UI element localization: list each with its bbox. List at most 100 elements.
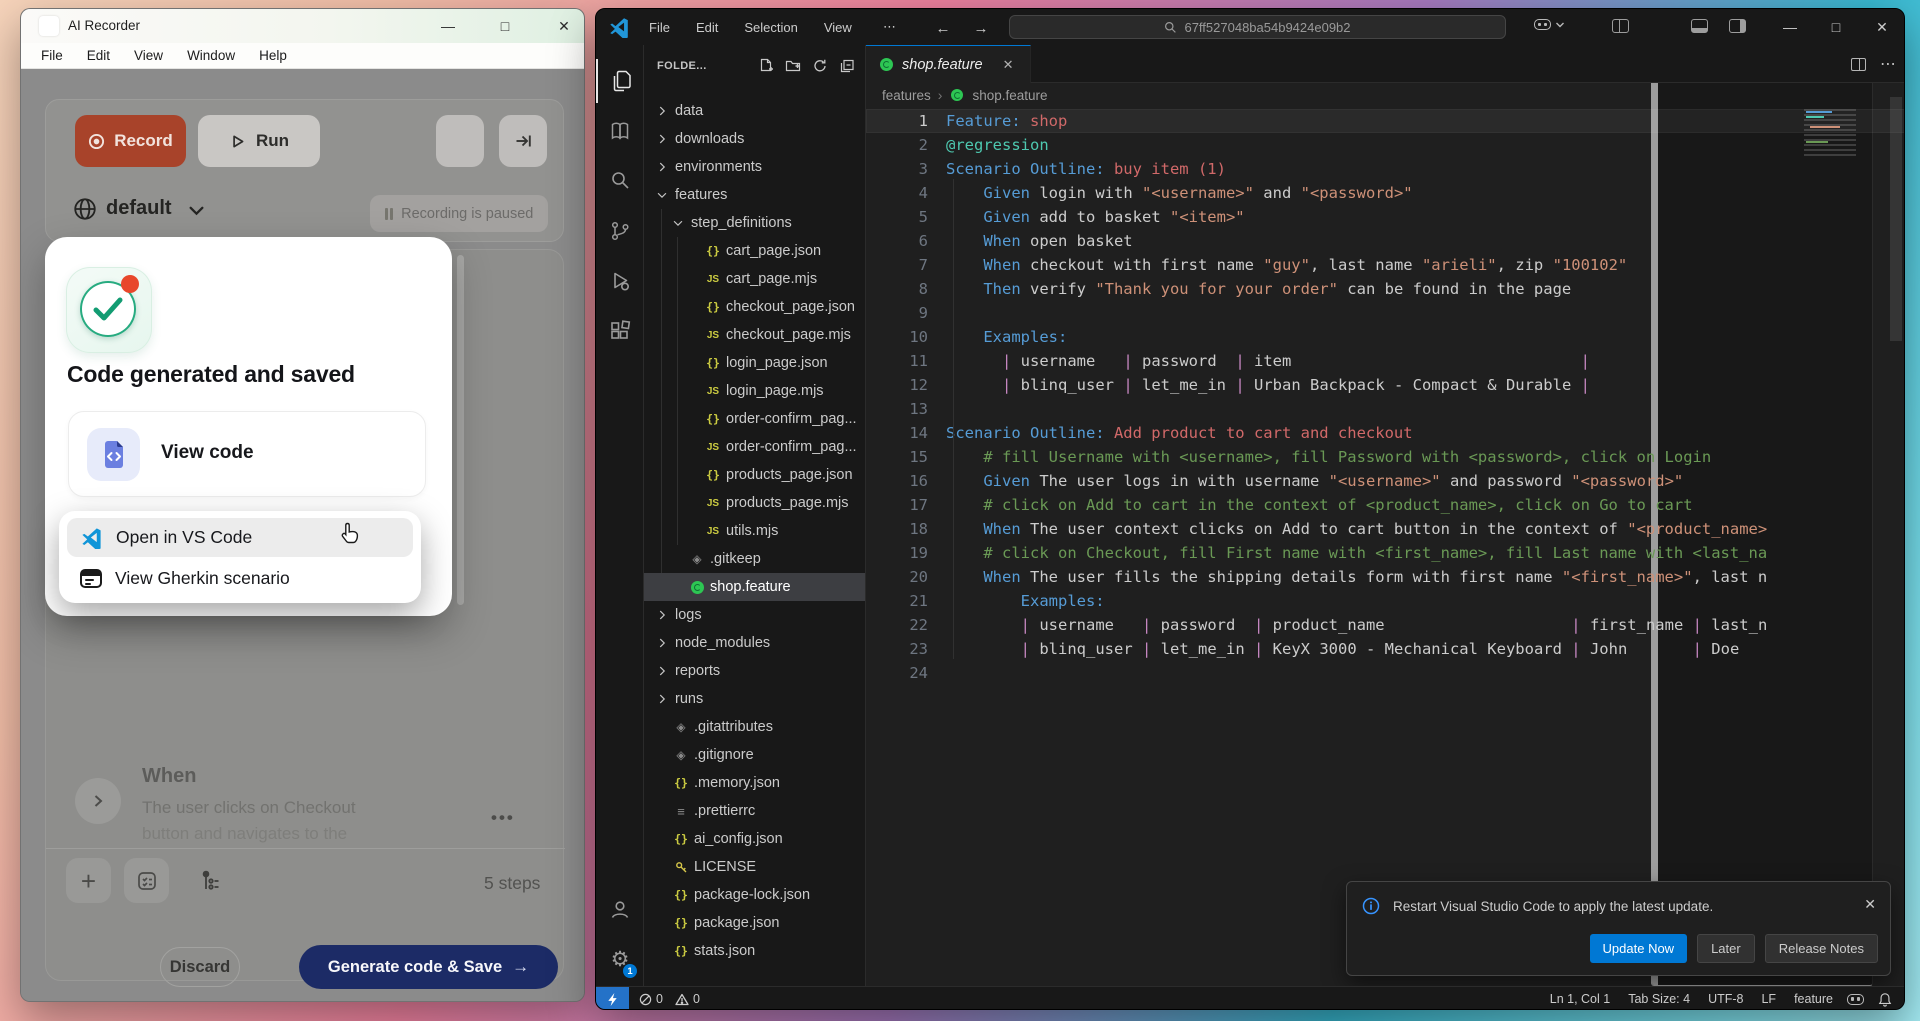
code-line-7[interactable]: 7 When checkout with first name "guy", l…	[866, 253, 1905, 277]
code-line-23[interactable]: 23 | blinq_user | let_me_in | KeyX 3000 …	[866, 637, 1905, 661]
tree-item-downloads[interactable]: downloads	[644, 125, 866, 153]
generate-code-save-button[interactable]: Generate code & Save →	[299, 945, 558, 989]
vscode-more-menu[interactable]: ⋯	[874, 9, 905, 45]
tree-item-.memory.json[interactable]: {}.memory.json	[644, 769, 866, 797]
tree-item-ai_config.json[interactable]: {}ai_config.json	[644, 825, 866, 853]
tree-item-data[interactable]: data	[644, 97, 866, 125]
tab-shop-feature[interactable]: shop.feature ✕	[866, 45, 1031, 83]
step-expand-button[interactable]	[75, 778, 121, 824]
tree-item-logs[interactable]: logs	[644, 601, 866, 629]
tree-item-shop.feature[interactable]: shop.feature	[644, 573, 866, 601]
tree-item-cart_page.mjs[interactable]: JScart_page.mjs	[644, 265, 866, 293]
refresh-button[interactable]	[436, 115, 484, 167]
tree-item-order-confirm_pag...[interactable]: {}order-confirm_pag...	[644, 405, 866, 433]
problems-status[interactable]: 0 0	[639, 992, 700, 1006]
breadcrumb[interactable]: features › shop.feature	[882, 87, 1048, 103]
tree-item-features[interactable]: features	[644, 181, 866, 209]
tree-item-node_modules[interactable]: node_modules	[644, 629, 866, 657]
new-file-icon[interactable]	[756, 56, 776, 76]
code-line-9[interactable]: 9	[866, 301, 1905, 325]
tree-item-products_page.mjs[interactable]: JSproducts_page.mjs	[644, 489, 866, 517]
remote-indicator[interactable]	[596, 987, 629, 1011]
vscode-close-button[interactable]: ✕	[1860, 9, 1904, 45]
extensions-icon[interactable]	[596, 309, 644, 353]
status-item[interactable]: feature	[1794, 992, 1833, 1006]
code-editor[interactable]: 1Feature: shop2@regression3Scenario Outl…	[866, 109, 1905, 685]
search-sidebar-icon[interactable]	[596, 159, 644, 203]
chevron-down-icon[interactable]	[188, 204, 205, 222]
recorder-menu-item[interactable]: Edit	[87, 48, 110, 63]
editor-more-actions-icon[interactable]: ⋯	[1880, 54, 1896, 74]
explorer-header[interactable]: FOLDE...	[657, 60, 707, 72]
code-line-2[interactable]: 2@regression	[866, 133, 1905, 157]
tree-item-cart_page.json[interactable]: {}cart_page.json	[644, 237, 866, 265]
code-line-8[interactable]: 8 Then verify "Thank you for your order"…	[866, 277, 1905, 301]
bell-icon[interactable]	[1878, 992, 1892, 1007]
code-line-21[interactable]: 21 Examples:	[866, 589, 1905, 613]
copilot-status-icon[interactable]	[1847, 994, 1864, 1005]
tree-item-.gitignore[interactable]: ◈.gitignore	[644, 741, 866, 769]
tree-item-package-lock.json[interactable]: {}package-lock.json	[644, 881, 866, 909]
recorder-menu-item[interactable]: File	[41, 48, 63, 63]
tree-item-utils.mjs[interactable]: JSutils.mjs	[644, 517, 866, 545]
tab-close-icon[interactable]: ✕	[1003, 57, 1014, 73]
discard-button[interactable]: Discard	[160, 947, 240, 987]
recorder-close-button[interactable]: ✕	[547, 13, 581, 39]
recorder-minimize-button[interactable]: —	[431, 13, 465, 39]
nav-back-button[interactable]: ←	[930, 17, 956, 39]
recorder-menu-item[interactable]: Window	[187, 48, 235, 63]
tree-item-products_page.json[interactable]: {}products_page.json	[644, 461, 866, 489]
tree-item-package.json[interactable]: {}package.json	[644, 909, 866, 937]
settings-gear-icon[interactable]: ⚙ 1	[596, 937, 644, 981]
update-now-button[interactable]: Update Now	[1590, 934, 1688, 963]
code-line-11[interactable]: 11 | username | password | item |	[866, 349, 1905, 373]
split-editor-icon[interactable]	[1851, 58, 1866, 71]
code-line-19[interactable]: 19 # click on Checkout, fill First name …	[866, 541, 1905, 565]
nav-forward-button[interactable]: →	[968, 17, 994, 39]
recorder-menu-item[interactable]: Help	[259, 48, 287, 63]
status-item[interactable]: LF	[1761, 992, 1776, 1006]
tree-item-reports[interactable]: reports	[644, 657, 866, 685]
skip-to-end-button[interactable]	[499, 115, 547, 167]
tree-item-LICENSE[interactable]: LICENSE	[644, 853, 866, 881]
view-code-button[interactable]: View code	[68, 411, 426, 497]
tree-item-stats.json[interactable]: {}stats.json	[644, 937, 866, 965]
breadcrumb-file[interactable]: shop.feature	[972, 88, 1047, 103]
vscode-minimize-button[interactable]: —	[1768, 9, 1812, 45]
checklist-button[interactable]	[124, 858, 169, 903]
code-line-5[interactable]: 5 Given add to basket "<item>"	[866, 205, 1905, 229]
code-line-13[interactable]: 13	[866, 397, 1905, 421]
code-line-24[interactable]: 24	[866, 661, 1905, 685]
tree-item-login_page.mjs[interactable]: JSlogin_page.mjs	[644, 377, 866, 405]
copilot-menu[interactable]	[1534, 19, 1565, 30]
status-item[interactable]: Ln 1, Col 1	[1550, 992, 1610, 1006]
code-line-17[interactable]: 17 # click on Add to cart in the context…	[866, 493, 1905, 517]
code-line-20[interactable]: 20 When The user fills the shipping deta…	[866, 565, 1905, 589]
tree-item-checkout_page.mjs[interactable]: JScheckout_page.mjs	[644, 321, 866, 349]
tree-item-.prettierrc[interactable]: ≡.prettierrc	[644, 797, 866, 825]
code-line-22[interactable]: 22 | username | password | product_name …	[866, 613, 1905, 637]
run-button[interactable]: Run	[198, 115, 320, 167]
minimap[interactable]	[1804, 109, 1856, 159]
code-line-15[interactable]: 15 # fill Username with <username>, fill…	[866, 445, 1905, 469]
recorder-titlebar[interactable]: AI Recorder — □ ✕	[21, 9, 584, 43]
vscode-menu-item[interactable]: Edit	[687, 17, 727, 38]
later-button[interactable]: Later	[1697, 934, 1755, 963]
profile-selector[interactable]: default	[106, 197, 172, 220]
code-line-14[interactable]: 14Scenario Outline: Add product to cart …	[866, 421, 1905, 445]
recorder-menu-item[interactable]: View	[134, 48, 163, 63]
code-line-4[interactable]: 4 Given login with "<username>" and "<pa…	[866, 181, 1905, 205]
step-more-button[interactable]: •••	[491, 808, 515, 828]
command-center-search[interactable]: 67ff527048ba54b9424e09b2	[1009, 15, 1506, 39]
tree-item-step_definitions[interactable]: step_definitions	[644, 209, 866, 237]
toggle-secondary-sidebar-icon[interactable]	[1729, 19, 1746, 33]
tree-item-runs[interactable]: runs	[644, 685, 866, 713]
code-line-6[interactable]: 6 When open basket	[866, 229, 1905, 253]
code-line-12[interactable]: 12 | blinq_user | let_me_in | Urban Back…	[866, 373, 1905, 397]
notification-close-icon[interactable]: ✕	[1864, 896, 1876, 913]
tree-item-.gitkeep[interactable]: ◈.gitkeep	[644, 545, 866, 573]
run-debug-icon[interactable]	[596, 259, 644, 303]
vscode-menu-item[interactable]: View	[815, 17, 861, 38]
accounts-icon[interactable]	[596, 887, 644, 931]
tree-item-.gitattributes[interactable]: ◈.gitattributes	[644, 713, 866, 741]
